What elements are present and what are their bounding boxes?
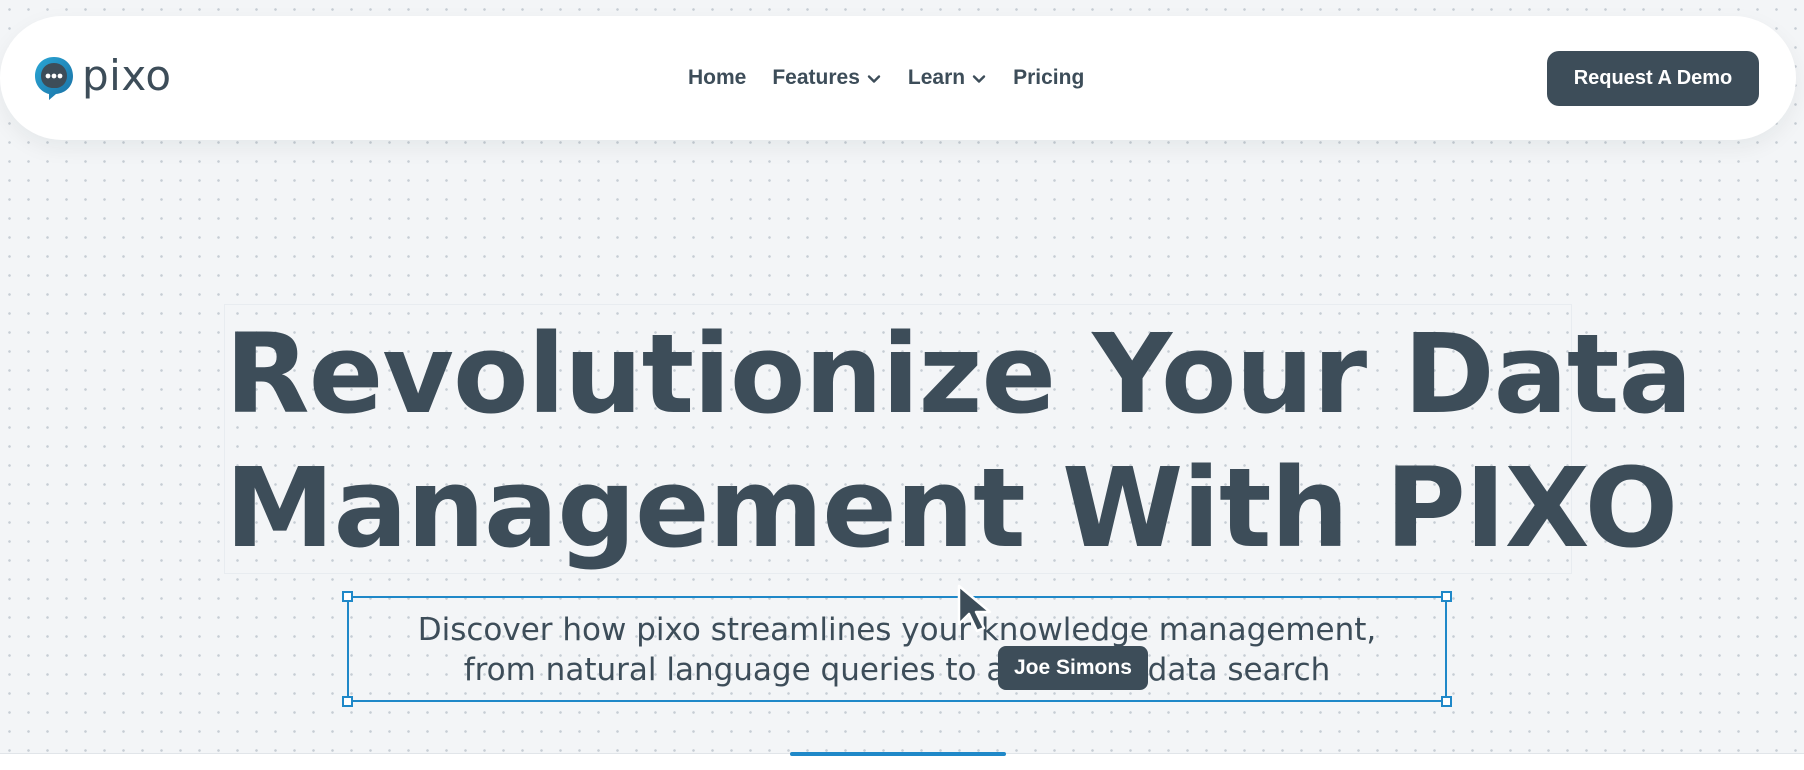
nav-link-label: Features xyxy=(772,66,860,89)
nav-link-label: Pricing xyxy=(1013,66,1085,89)
chevron-down-icon xyxy=(972,75,986,83)
nav-link-pricing[interactable]: Pricing xyxy=(1013,66,1084,90)
hero-title[interactable]: Revolutionize Your Data Management With … xyxy=(225,305,1693,575)
resize-handle-bottom-left[interactable] xyxy=(342,696,353,707)
collaborator-name-tag: Joe Simons xyxy=(998,646,1148,690)
brand-name: pixo xyxy=(82,51,172,100)
hero-title-line: Management With PIXO xyxy=(225,444,1678,572)
nav-link-label: Home xyxy=(688,66,747,89)
resize-handle-top-left[interactable] xyxy=(342,591,353,602)
nav-link-learn[interactable]: Learn xyxy=(908,66,987,90)
brand-logo[interactable]: pixo xyxy=(32,54,172,102)
selected-subtitle-frame[interactable]: Discover how pixo streamlines your knowl… xyxy=(342,591,1452,707)
next-section-accent xyxy=(790,752,1006,756)
resize-handle-bottom-right[interactable] xyxy=(1441,696,1452,707)
hero-title-line: Revolutionize Your Data xyxy=(225,310,1693,438)
hero-subtitle-line: Discover how pixo streamlines your knowl… xyxy=(417,612,1377,648)
chat-bubble-icon xyxy=(32,54,76,102)
hero-subtitle[interactable]: Discover how pixo streamlines your knowl… xyxy=(349,610,1445,690)
pointer-cursor-icon xyxy=(957,584,992,633)
nav-link-label: Learn xyxy=(907,66,966,89)
top-navbar: pixo Home Features Learn Pricing Request… xyxy=(0,16,1796,140)
hero-subtitle-line: from natural language queries to advance… xyxy=(463,652,1331,688)
request-demo-button[interactable]: Request A Demo xyxy=(1547,51,1759,106)
chevron-down-icon xyxy=(867,75,881,83)
main-nav: Home Features Learn Pricing xyxy=(688,16,1084,140)
nav-link-features[interactable]: Features xyxy=(772,66,882,90)
nav-link-home[interactable]: Home xyxy=(688,66,746,90)
hero-title-container: Revolutionize Your Data Management With … xyxy=(224,304,1693,575)
resize-handle-top-right[interactable] xyxy=(1441,591,1452,602)
